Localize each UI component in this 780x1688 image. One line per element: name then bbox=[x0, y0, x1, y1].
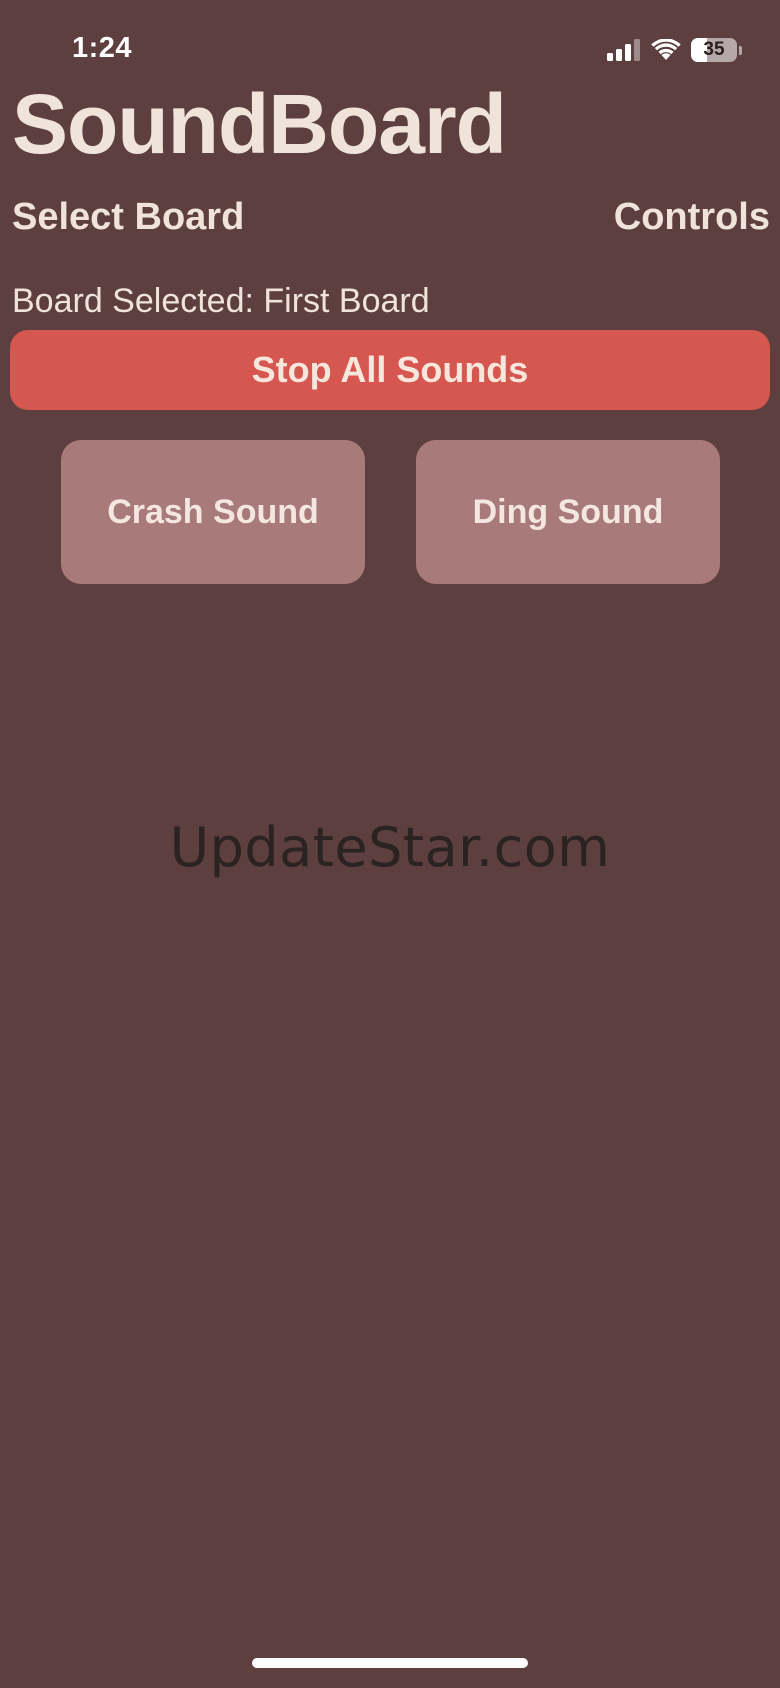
stop-all-sounds-button[interactable]: Stop All Sounds bbox=[10, 330, 770, 410]
app-title: SoundBoard bbox=[12, 77, 507, 171]
board-selected-label: Board Selected: First Board bbox=[12, 282, 430, 320]
crash-sound-button[interactable]: Crash Sound bbox=[61, 440, 365, 584]
status-time: 1:24 bbox=[72, 32, 133, 64]
battery-tip bbox=[739, 45, 742, 55]
cellular-signal-icon bbox=[607, 39, 640, 61]
select-board-button[interactable]: Select Board bbox=[12, 196, 244, 239]
battery-icon: 35 bbox=[691, 38, 737, 62]
home-indicator[interactable] bbox=[252, 1658, 528, 1668]
ding-sound-button[interactable]: Ding Sound bbox=[416, 440, 720, 584]
status-icons: 35 bbox=[607, 36, 742, 64]
battery-level: 35 bbox=[703, 39, 725, 60]
wifi-icon bbox=[651, 39, 681, 60]
watermark-text: UpdateStar.com bbox=[169, 816, 611, 879]
controls-button[interactable]: Controls bbox=[614, 196, 770, 239]
